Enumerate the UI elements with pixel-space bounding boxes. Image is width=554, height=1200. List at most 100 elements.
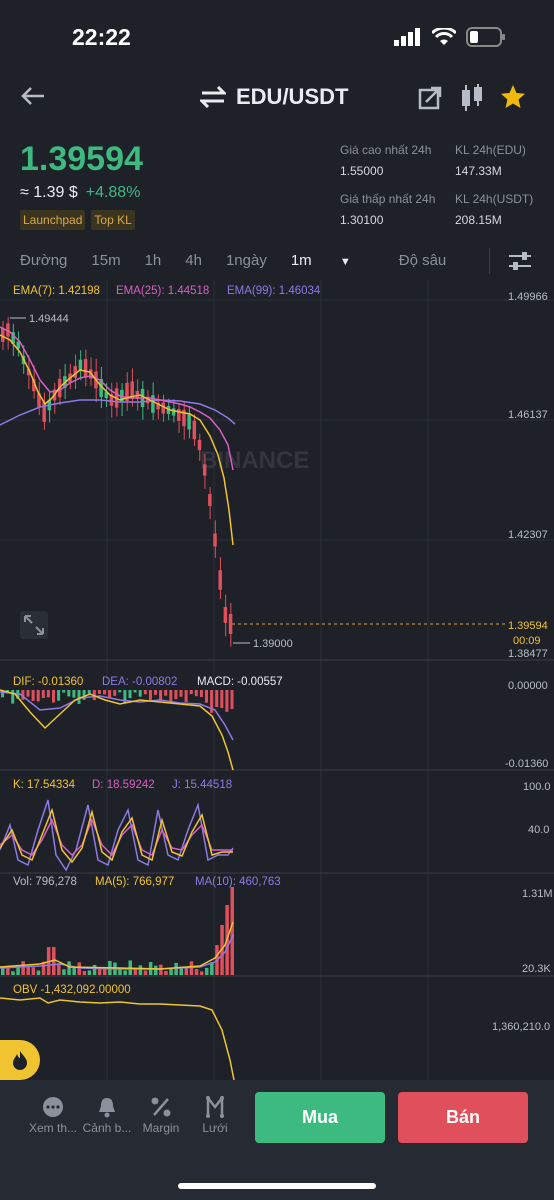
macd-bar [57,690,61,701]
nav-margin[interactable]: Margin [134,1096,188,1135]
fiat-price: ≈ 1.39 $ [20,184,78,201]
tab-15m[interactable]: 15m [91,252,120,269]
candle [42,402,46,422]
price-axis-4: 1.38477 [508,648,548,660]
sliders-icon [509,252,531,270]
macd-bar [128,690,132,699]
kline-chart[interactable]: EMA(7): 1.42198 EMA(25): 1.44518 EMA(99)… [0,280,554,1080]
volume-bar [6,968,10,975]
vol-ma10-label: MA(10): 460,763 [195,876,281,888]
high-label: Giá cao nhất 24h [340,143,432,157]
volume-bar [26,967,30,975]
swap-icon [200,86,226,108]
status-time: 22:22 [72,24,131,50]
signal-icon [394,28,420,46]
tab-1d[interactable]: 1ngày [226,252,267,269]
tab-1m[interactable]: 1m ▼ [291,252,375,269]
macd-bar [62,690,66,693]
macd-bar [46,690,50,698]
current-price-tag: 1.39594 [508,620,548,632]
vol-usdt-value: 208.15M [455,213,502,227]
floating-action-button[interactable] [0,1040,40,1080]
macd-dif-label: DIF: -0.01360 [13,676,83,688]
macd-bar [113,690,117,696]
candle [83,359,88,377]
buy-button[interactable]: Mua [255,1092,385,1143]
volume-bar [164,970,168,975]
volume-bar [159,964,163,975]
ema99-label: EMA(99): 1.46034 [227,285,321,297]
volume-bar [123,970,127,975]
macd-dea-line [0,691,234,741]
chart-settings-button[interactable] [508,250,532,277]
volume-bar [21,961,25,975]
low-label: Giá thấp nhất 24h [340,192,436,206]
macd-bar [148,690,152,700]
vol-label: Vol: 796,278 [13,876,77,888]
macd-bar [26,690,30,697]
volume-bar [72,967,76,975]
volume-bar [199,971,204,975]
nav-alert[interactable]: Cảnh b... [80,1096,134,1135]
macd-bar [230,690,234,710]
candle [187,414,191,430]
chat-icon [43,1097,63,1117]
macd-bar [87,690,91,694]
macd-bar [52,690,55,703]
ema7-label: EMA(7): 1.42198 [13,285,100,297]
tab-4h[interactable]: 4h [185,252,202,269]
tab-1h[interactable]: 1h [145,252,162,269]
macd-axis-bottom: -0.01360 [505,758,548,770]
volume-bar [82,970,87,975]
vol-axis-top: 1.31M [522,888,553,900]
price-axis-3: 1.42307 [508,529,548,541]
kdj-d-label: D: 18.59242 [92,779,155,791]
kdj-axis-mid: 40.0 [528,824,549,836]
percent-icon [151,1097,171,1117]
candle [223,607,228,623]
kdj-j-line [0,799,234,872]
last-price: 1.39594 [20,140,143,178]
macd-bar [194,690,198,697]
high-marker: 1.49444 [29,313,69,325]
kdj-j-label: J: 15.44518 [172,779,232,791]
obv-axis: 1,360,210.0 [492,1021,550,1033]
tag-top-volume[interactable]: Top KL [91,210,135,230]
volume-bar [92,964,97,975]
low-marker: 1.39000 [253,638,293,650]
volume-bar [205,967,209,975]
macd-bar [97,690,101,695]
macd-bar [215,690,219,708]
macd-bar [189,690,193,695]
tag-launchpad[interactable]: Launchpad [20,210,86,230]
tab-line[interactable]: Đường [20,252,67,269]
macd-bar [67,690,71,697]
nav-grid[interactable]: Lưới [188,1094,242,1135]
candle [78,359,83,371]
candle [228,614,233,634]
pair-name: EDU/USDT [236,84,349,109]
expand-chart-button[interactable] [20,611,48,639]
pair-selector[interactable]: EDU/USDT [200,84,348,110]
back-button[interactable] [20,86,46,111]
nav-margin-label: Margin [142,1121,180,1135]
macd-bar [184,690,188,702]
macd-bar [133,690,137,693]
price-change: +4.88% [85,184,141,201]
macd-bar [164,690,168,696]
favorite-button[interactable] [500,84,526,115]
caret-down-icon: ▼ [339,256,351,268]
share-button[interactable] [418,86,442,115]
price-sub: ≈ 1.39 $ +4.88% [20,184,140,202]
candle [197,439,202,451]
tab-depth[interactable]: Độ sâu [399,252,447,269]
candle [171,408,176,416]
candle-style-button[interactable] [460,84,484,117]
sell-button[interactable]: Bán [398,1092,528,1143]
volume-bar [97,968,102,975]
kdj-axis-top: 100.0 [523,781,551,793]
macd-bar [123,690,127,704]
countdown: 00:09 [513,635,541,647]
nav-chat[interactable]: Xem th... [26,1096,80,1135]
macd-value-label: MACD: -0.00557 [197,676,283,688]
